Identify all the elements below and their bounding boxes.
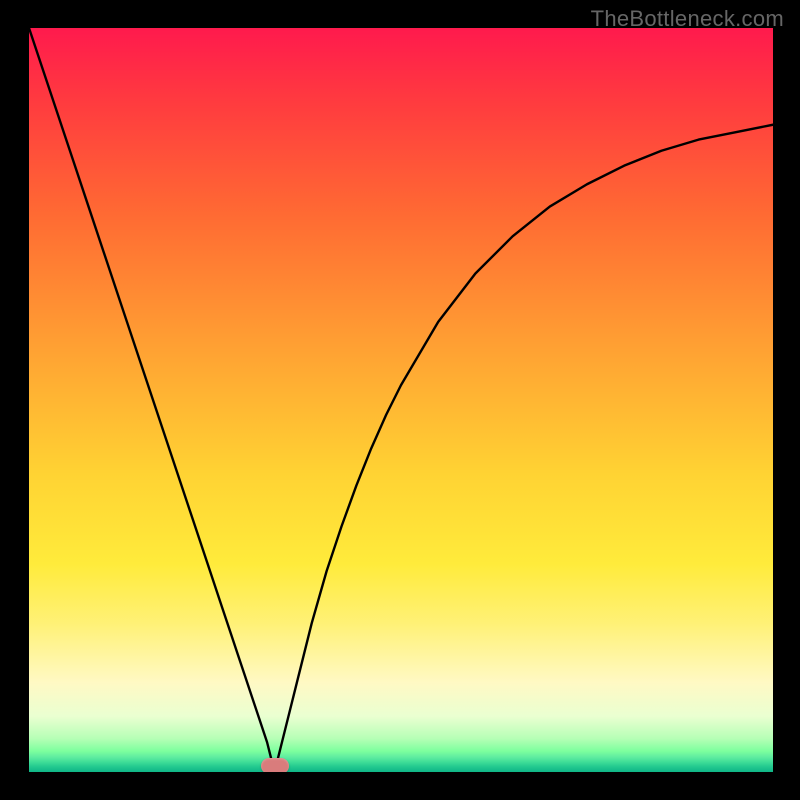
optimal-point-marker	[261, 758, 289, 772]
plot-area	[29, 28, 773, 772]
bottleneck-curve	[29, 28, 773, 772]
watermark-text: TheBottleneck.com	[591, 6, 784, 32]
chart-frame: TheBottleneck.com	[0, 0, 800, 800]
